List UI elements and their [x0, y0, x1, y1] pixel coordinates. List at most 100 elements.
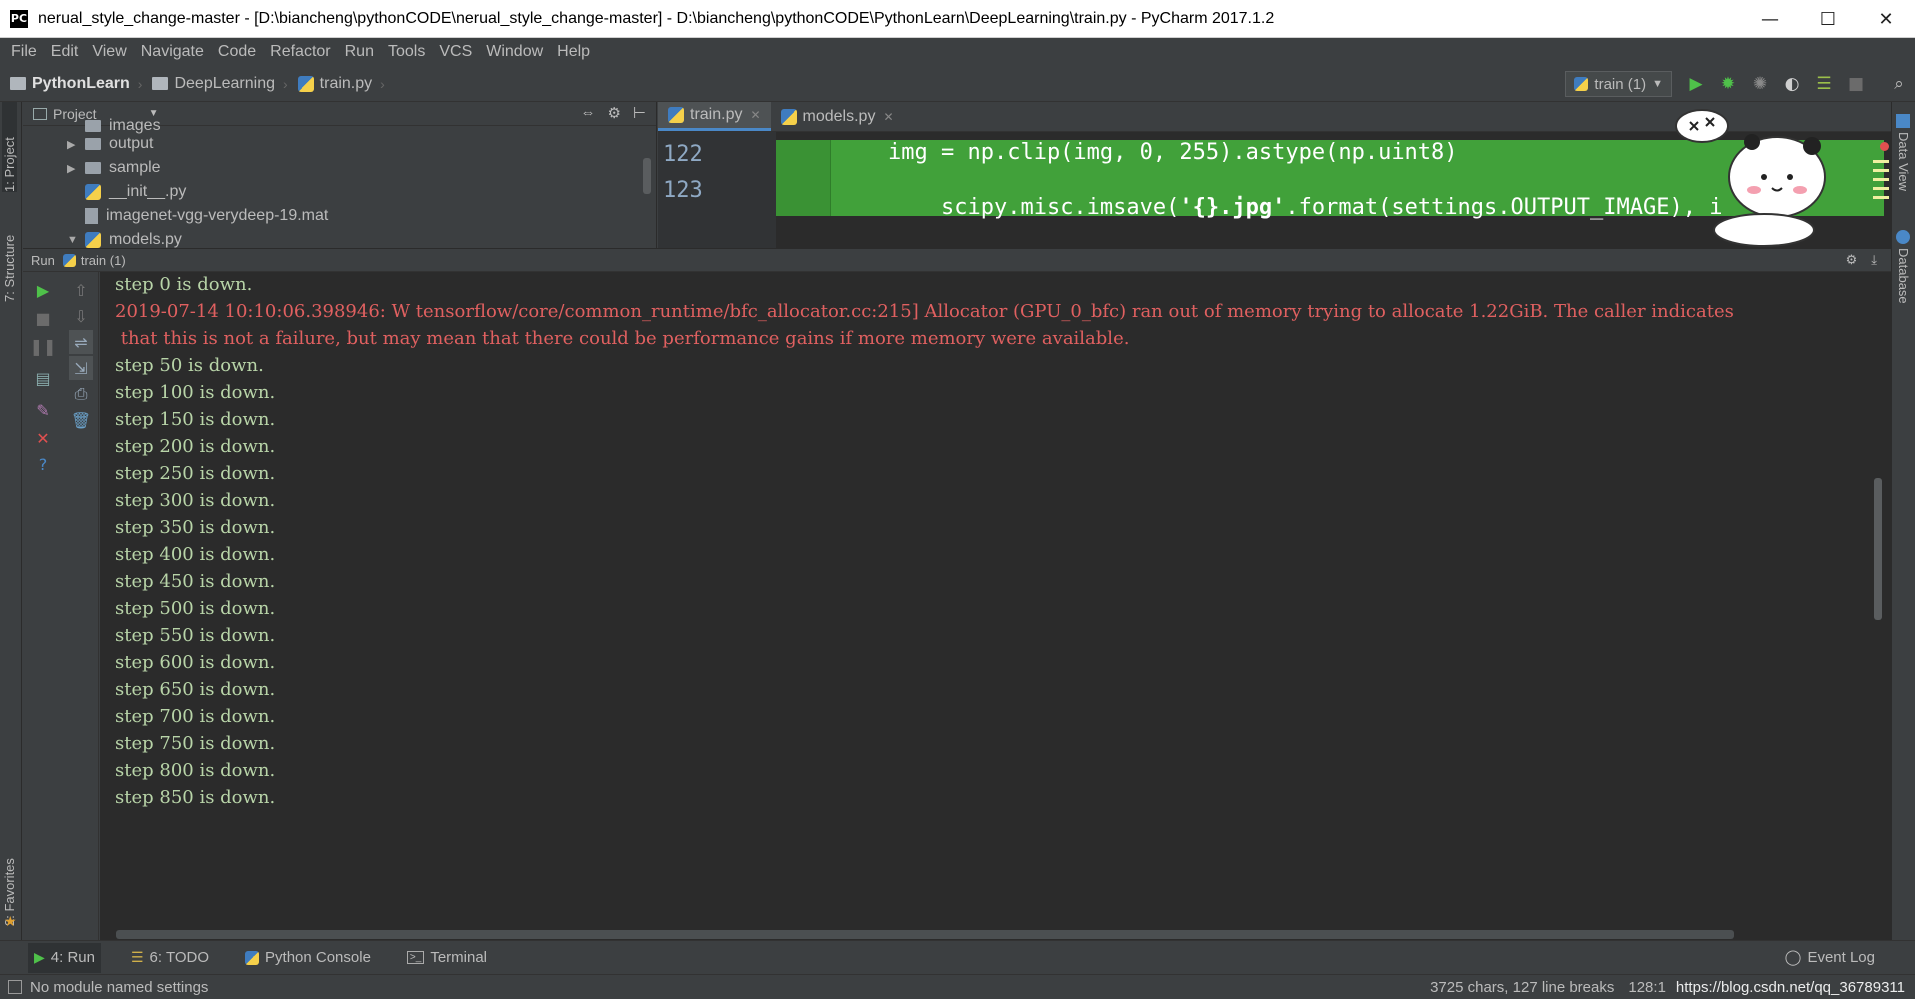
- hide-panel-icon[interactable]: ⤓: [1871, 252, 1877, 268]
- collapse-arrow-icon[interactable]: ▼: [67, 234, 85, 246]
- console-error-line: that this is not a failure, but may mean…: [115, 328, 1130, 349]
- tree-item-models[interactable]: ▼ models.py: [67, 228, 182, 248]
- console-output-line: step 200 is down.: [115, 436, 276, 457]
- close-window-button[interactable]: ✕: [1857, 0, 1915, 38]
- scroll-to-end-icon[interactable]: ⇲: [69, 356, 93, 380]
- run-configuration-select[interactable]: train (1) ▼: [1565, 71, 1672, 97]
- error-stripe-marker[interactable]: [1880, 142, 1889, 151]
- layout-icon[interactable]: ▤: [31, 366, 55, 390]
- event-log-icon: ◯: [1784, 949, 1802, 966]
- stop-button[interactable]: ■: [1843, 71, 1869, 97]
- concurrency-button[interactable]: ☰: [1811, 71, 1837, 97]
- console-vertical-scrollbar[interactable]: [1874, 478, 1882, 620]
- tab-todo[interactable]: ☰ 6: TODO: [125, 943, 215, 973]
- scroll-from-source-icon[interactable]: ⇔: [580, 104, 595, 122]
- tab-run[interactable]: ▶ 4: Run: [28, 942, 101, 973]
- tab-train-py[interactable]: train.py ✕: [658, 102, 771, 131]
- code-line: img = np.clip(img, 0, 255).astype(np.uin…: [888, 140, 1458, 165]
- menu-tools[interactable]: Tools: [381, 43, 432, 61]
- debug-button[interactable]: ✹: [1715, 71, 1741, 97]
- project-panel-actions: ⇔ ⚙ ⊢: [568, 104, 646, 122]
- run-console-output[interactable]: step 0 is down. 2019-07-14 10:10:06.39894…: [100, 272, 1891, 940]
- editor-scroll-marks: [1873, 160, 1889, 200]
- status-bar: No module named settings 3725 chars, 127…: [0, 974, 1915, 999]
- chevron-right-icon: ›: [137, 75, 143, 92]
- run-tool-window-header: Run train (1) ⚙ ⤓: [23, 248, 1891, 272]
- expand-arrow-icon[interactable]: ▶: [67, 162, 85, 175]
- menu-navigate[interactable]: Navigate: [134, 43, 211, 61]
- data-view-tool-tab[interactable]: Data View: [1896, 132, 1911, 202]
- menu-view[interactable]: View: [85, 43, 133, 61]
- rerun-button[interactable]: ▶: [31, 278, 55, 302]
- close-icon[interactable]: ✕: [31, 426, 55, 450]
- print-icon[interactable]: ⎙: [69, 382, 93, 406]
- soft-wrap-icon[interactable]: ⇌: [69, 330, 93, 354]
- status-right: 3725 chars, 127 line breaks 128:1 https:…: [1430, 975, 1905, 999]
- console-output-line: step 650 is down.: [115, 679, 276, 700]
- close-icon[interactable]: ✕: [750, 108, 760, 122]
- menu-vcs[interactable]: VCS: [432, 43, 479, 61]
- pause-button[interactable]: ❚❚: [30, 334, 57, 358]
- pin-icon[interactable]: ✎: [31, 398, 55, 422]
- help-icon[interactable]: ?: [31, 452, 55, 476]
- python-icon: [62, 253, 76, 267]
- console-actions-toolbar: ⇧ ⇩ ⇌ ⇲ ⎙ 🗑: [63, 272, 99, 940]
- tree-item-mat[interactable]: imagenet-vgg-verydeep-19.mat: [85, 204, 328, 228]
- gear-icon[interactable]: ⚙: [1846, 252, 1858, 268]
- tab-models-py[interactable]: models.py ✕: [771, 102, 904, 131]
- folder-icon: [85, 138, 101, 150]
- breadcrumb-project[interactable]: PythonLearn ›: [10, 75, 142, 93]
- console-output-line: step 50 is down.: [115, 355, 264, 376]
- menu-refactor[interactable]: Refactor: [263, 43, 337, 61]
- database-tool-tab[interactable]: Database: [1896, 248, 1911, 328]
- python-file-icon: [297, 75, 314, 92]
- project-tool-tab[interactable]: 1: Project: [2, 102, 17, 192]
- menu-help[interactable]: Help: [550, 43, 597, 61]
- menu-file[interactable]: File: [4, 43, 44, 61]
- arrow-up-icon[interactable]: ⇧: [69, 278, 93, 302]
- console-output-line: step 100 is down.: [115, 382, 276, 403]
- coverage-button[interactable]: ✺: [1747, 71, 1773, 97]
- search-icon[interactable]: ⌕: [1886, 71, 1912, 97]
- gear-icon[interactable]: ⚙: [607, 104, 620, 122]
- profile-button[interactable]: ◐: [1779, 71, 1805, 97]
- menu-edit[interactable]: Edit: [44, 43, 86, 61]
- event-log-button[interactable]: ◯ Event Log: [1785, 940, 1875, 974]
- menu-run[interactable]: Run: [338, 43, 381, 61]
- code-gutter-marker: [776, 140, 831, 216]
- tree-item-sample[interactable]: ▶ sample: [67, 156, 161, 180]
- tab-terminal[interactable]: >_ Terminal: [401, 943, 493, 973]
- console-output-line: step 600 is down.: [115, 652, 276, 673]
- maximize-button[interactable]: ☐: [1799, 0, 1857, 38]
- tree-item-init[interactable]: __init__.py: [85, 180, 186, 204]
- console-error-line: 2019-07-14 10:10:06.398946: W tensorflow…: [115, 301, 1734, 322]
- structure-tool-tab[interactable]: 7: Structure: [2, 212, 17, 302]
- menu-window[interactable]: Window: [479, 43, 550, 61]
- breadcrumb-file[interactable]: train.py ›: [297, 75, 385, 93]
- trash-icon[interactable]: 🗑: [69, 408, 93, 432]
- navigation-bar: PythonLearn › DeepLearning › train.py › …: [0, 66, 1915, 102]
- expand-arrow-icon[interactable]: ▶: [67, 138, 85, 151]
- favorites-tool-tab[interactable]: 2: Favorites: [2, 830, 17, 926]
- folder-icon: [10, 77, 26, 90]
- console-horizontal-scrollbar[interactable]: [116, 930, 1734, 939]
- right-tool-stripe: Data View Database: [1891, 102, 1915, 940]
- breadcrumb-folder[interactable]: DeepLearning ›: [152, 75, 288, 93]
- bottom-tool-tabs: ▶ 4: Run ☰ 6: TODO Python Console >_ Ter…: [0, 940, 1915, 974]
- arrow-down-icon[interactable]: ⇩: [69, 304, 93, 328]
- minimize-button[interactable]: —: [1741, 0, 1799, 38]
- console-output-line: step 850 is down.: [115, 787, 276, 808]
- cursor-position[interactable]: 128:1: [1628, 979, 1666, 996]
- tab-python-console[interactable]: Python Console: [239, 943, 377, 973]
- project-scrollbar[interactable]: [643, 158, 651, 194]
- tree-item-output[interactable]: ▶ output: [67, 132, 153, 156]
- run-button[interactable]: ▶: [1683, 71, 1709, 97]
- menu-code[interactable]: Code: [211, 43, 263, 61]
- code-line: scipy.misc.imsave('{}.jpg'.format(settin…: [940, 195, 1723, 220]
- tool-windows-toggle-icon[interactable]: [8, 980, 22, 994]
- close-icon[interactable]: ✕: [883, 110, 893, 124]
- folder-icon: [85, 120, 101, 132]
- stop-button[interactable]: ■: [31, 306, 55, 330]
- hide-panel-icon[interactable]: ⊢: [633, 104, 646, 122]
- run-config-tab[interactable]: train (1): [81, 253, 126, 268]
